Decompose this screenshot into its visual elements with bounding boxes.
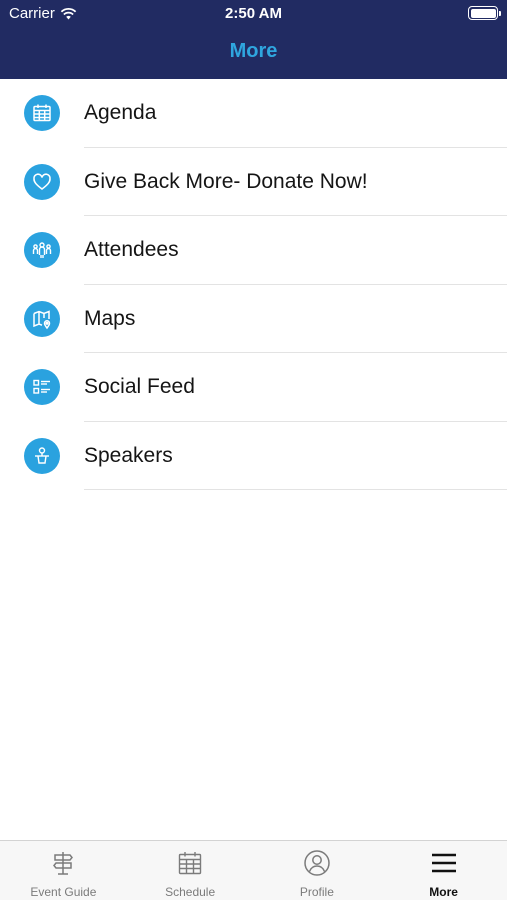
menu-item-speakers[interactable]: Speakers	[0, 422, 507, 490]
tab-label: Profile	[299, 885, 334, 899]
tab-label: More	[429, 885, 458, 899]
menu-item-donate[interactable]: Give Back More- Donate Now!	[0, 148, 507, 216]
menu-item-label: Social Feed	[84, 375, 195, 398]
tab-schedule[interactable]: Schedule	[127, 841, 254, 900]
tab-label: Schedule	[165, 885, 216, 899]
tab-more[interactable]: More	[380, 841, 507, 900]
tab-event-guide[interactable]: Event Guide	[0, 841, 127, 900]
status-bar: Carrier 2:50 AM	[0, 0, 507, 28]
menu-item-label: Give Back More- Donate Now!	[84, 169, 368, 193]
menu-item-label: Attendees	[84, 238, 179, 261]
calendar-icon	[24, 95, 60, 131]
battery-icon	[468, 6, 501, 20]
people-icon	[24, 232, 60, 268]
navigation-header: Carrier 2:50 AM More	[0, 0, 507, 79]
feed-list-icon	[24, 369, 60, 405]
profile-icon	[303, 849, 331, 877]
menu-item-label: Maps	[84, 306, 136, 330]
menu-item-attendees[interactable]: Attendees	[0, 216, 507, 285]
menu-item-label: Agenda	[84, 101, 157, 124]
hamburger-menu-icon	[430, 849, 458, 877]
tab-bar: Event Guide Schedule Profile More	[0, 840, 507, 900]
menu-item-social-feed[interactable]: Social Feed	[0, 353, 507, 422]
heart-icon	[24, 163, 60, 200]
menu-item-maps[interactable]: Maps	[0, 285, 507, 353]
more-menu-list: Agenda Give Back More- Donate Now! Atten…	[0, 79, 507, 490]
calendar-icon	[176, 849, 204, 877]
menu-item-agenda[interactable]: Agenda	[0, 79, 507, 148]
menu-item-label: Speakers	[84, 443, 173, 467]
signpost-icon	[49, 849, 77, 877]
divider	[84, 489, 507, 490]
map-icon	[24, 300, 60, 337]
tab-profile[interactable]: Profile	[254, 841, 381, 900]
status-time: 2:50 AM	[225, 5, 282, 22]
speaker-icon	[24, 437, 60, 474]
page-title: More	[229, 40, 278, 62]
tab-label: Event Guide	[30, 885, 97, 899]
